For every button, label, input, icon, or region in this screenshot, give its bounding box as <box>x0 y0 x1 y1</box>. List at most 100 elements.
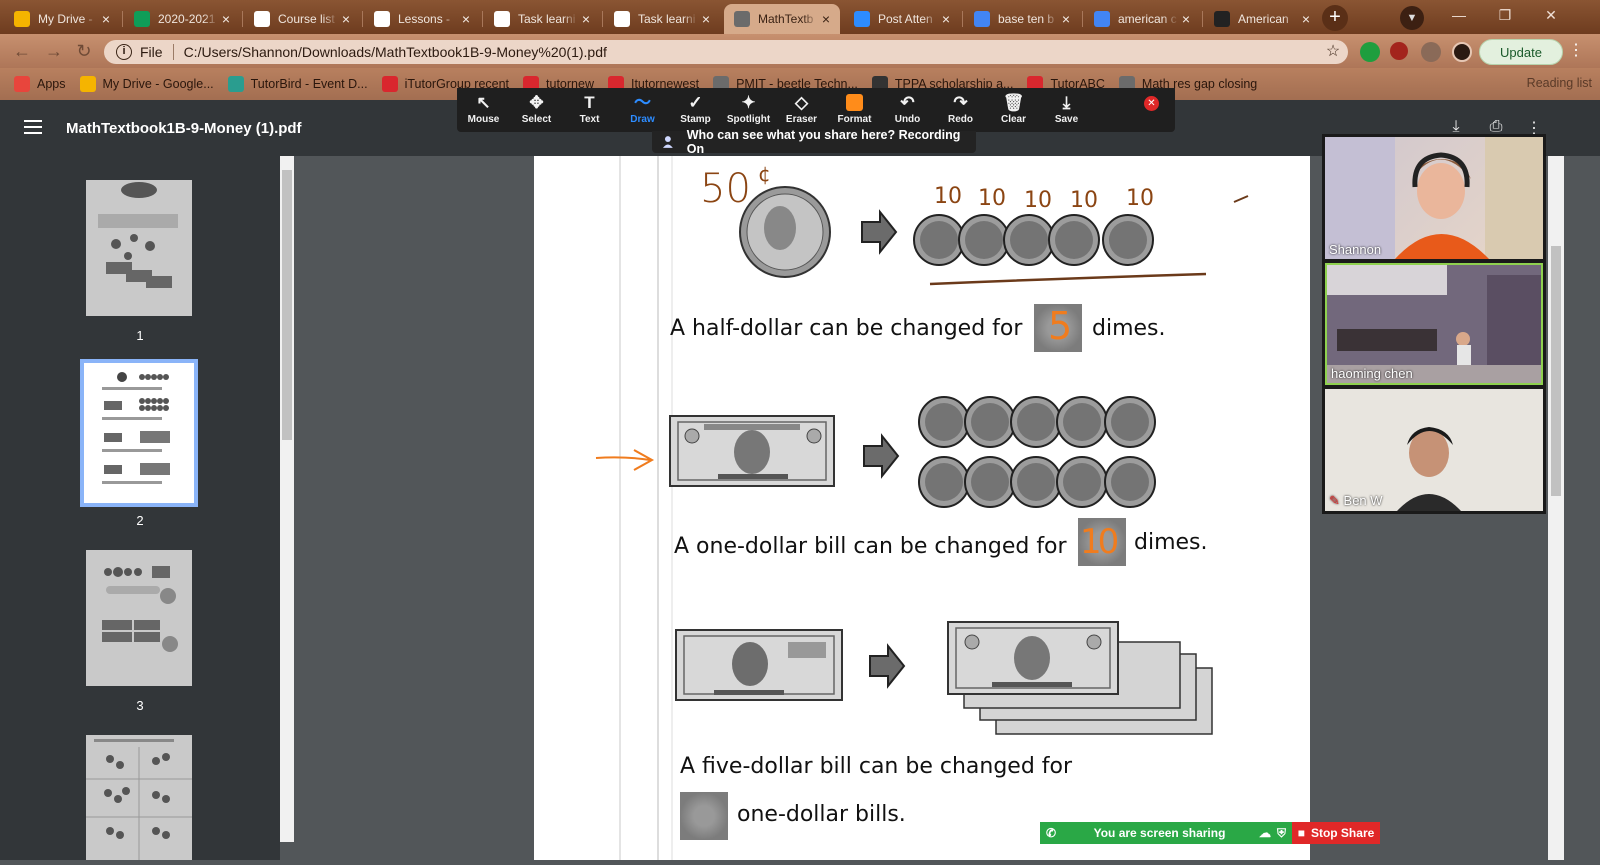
tab-close-icon[interactable]: × <box>1178 11 1194 27</box>
zoom-tool-mouse[interactable]: ↖ Mouse <box>457 88 510 132</box>
zoom-tool-label: Clear <box>1000 114 1026 125</box>
tab-1[interactable]: My Drive - × <box>4 4 120 34</box>
save-icon: ⤓ <box>1062 93 1071 112</box>
puzzle-icon[interactable] <box>1421 42 1441 62</box>
thumbnail-page-2-selected[interactable] <box>80 359 198 507</box>
thumbnail-page-1[interactable] <box>86 180 192 316</box>
menu-icon[interactable] <box>24 120 42 134</box>
google-drive-icon <box>79 76 96 92</box>
share-status-text: You are screen sharing <box>1093 826 1226 840</box>
sentence-one-dollar-end: dimes. <box>1134 530 1208 555</box>
bookmark-2[interactable]: My Drive - Google... <box>79 76 214 92</box>
ublock-icon[interactable] <box>1390 42 1408 60</box>
tab-close-icon[interactable]: × <box>338 11 354 27</box>
tab-close-icon[interactable]: × <box>818 11 834 27</box>
participant-tile-benw[interactable]: ✎ Ben W <box>1325 389 1543 511</box>
tab-9[interactable]: base ten b × <box>964 4 1080 34</box>
sidebar-scrollbar[interactable] <box>280 156 294 842</box>
tab-close-icon[interactable]: × <box>218 11 234 27</box>
extension-icon[interactable] <box>1360 42 1380 62</box>
page-number-1: 1 <box>136 328 144 343</box>
tab-close-icon[interactable]: × <box>578 11 594 27</box>
tab-close-icon[interactable]: × <box>1058 11 1074 27</box>
profile-avatar[interactable] <box>1452 42 1472 62</box>
zoom-tool-stamp[interactable]: ✓ Stamp <box>669 88 722 132</box>
zoom-tool-label: Redo <box>948 114 973 125</box>
tab-title: 2020-2021 <box>158 12 216 26</box>
shield-icon: ⛨ <box>1276 825 1286 840</box>
handwritten-dime-3: 10 <box>1024 188 1052 213</box>
handwritten-dime-1: 10 <box>934 184 962 209</box>
zoom-tool-save[interactable]: ⤓ Save <box>1040 88 1093 132</box>
info-icon[interactable]: i <box>116 44 132 60</box>
close-window-icon[interactable]: ✕ <box>1528 0 1574 30</box>
tab-title: Lessons - <box>398 12 451 26</box>
close-annotation-icon[interactable]: ✕ <box>1144 96 1159 111</box>
zoom-tool-spotlight[interactable]: ✦ Spotlight <box>722 88 775 132</box>
tab-title: My Drive - <box>38 12 93 26</box>
tab-separator <box>602 11 603 27</box>
forward-icon[interactable]: → <box>42 40 66 64</box>
tab-6[interactable]: Task learni × <box>604 4 720 34</box>
tab-close-icon[interactable]: × <box>698 11 714 27</box>
muted-mic-icon: ✎ <box>1329 493 1340 508</box>
itutor-icon <box>381 76 398 92</box>
tab-8[interactable]: Post Atten × <box>844 4 960 34</box>
minimize-icon[interactable]: — <box>1436 0 1482 30</box>
update-button[interactable]: Update <box>1479 39 1563 65</box>
zoom-tool-label: Select <box>521 114 552 125</box>
tab-title: Post Atten <box>878 12 933 26</box>
tab-search-icon[interactable]: ▼ <box>1400 6 1424 30</box>
person-icon <box>662 136 673 148</box>
handwritten-50: 50 <box>700 166 751 212</box>
zoom-tool-eraser[interactable]: ◇ Eraser <box>775 88 828 132</box>
tab-4[interactable]: Lessons - × <box>364 4 480 34</box>
tab-separator <box>482 11 483 27</box>
reload-icon[interactable]: ↻ <box>72 40 96 64</box>
zoom-tool-redo[interactable]: ↷ Redo <box>934 88 987 132</box>
tab-close-icon[interactable]: × <box>458 11 474 27</box>
tab-close-icon[interactable]: × <box>98 11 114 27</box>
participant-panel: Shannon haoming chen ✎ Ben W <box>1322 134 1546 514</box>
zoom-tool-label: Eraser <box>785 114 818 125</box>
address-bar[interactable]: i File C:/Users/Shannon/Downloads/MathTe… <box>104 40 1348 64</box>
reading-list[interactable]: Reading list <box>1527 76 1592 90</box>
tab-3[interactable]: Course list × <box>244 4 360 34</box>
doc-lock-icon <box>494 11 510 27</box>
thumbnail-page-4[interactable] <box>86 735 192 860</box>
bookmark-3[interactable]: TutorBird - Event D... <box>227 76 368 92</box>
thumbnail-page-3[interactable] <box>86 550 192 686</box>
tab-close-icon[interactable]: × <box>1298 11 1314 27</box>
zoom-tool-draw[interactable]: 〜 Draw <box>616 88 669 132</box>
new-tab-button[interactable]: + <box>1322 5 1348 31</box>
tab-7[interactable]: MathTextb × <box>724 4 840 34</box>
tab-11[interactable]: American × <box>1204 4 1320 34</box>
bookmark-star-icon[interactable]: ☆ <box>1318 40 1348 64</box>
zoom-tool-undo[interactable]: ↶ Undo <box>881 88 934 132</box>
zoom-tool-label: Format <box>837 114 872 125</box>
tab-title: Course list <box>278 12 335 26</box>
zoom-tool-clear[interactable]: 🗑 Clear <box>987 88 1040 132</box>
page-scrollbar[interactable] <box>1548 156 1564 860</box>
browser-menu-icon[interactable]: ⋮ <box>1566 40 1586 64</box>
back-icon[interactable]: ← <box>10 40 34 64</box>
pdf-page-2: 50 ¢ 10 10 10 10 10 A half-dollar can be… <box>534 156 1310 860</box>
participant-tile-haoming[interactable]: haoming chen <box>1325 263 1543 385</box>
zoom-tool-format[interactable]: Format <box>828 88 881 132</box>
zoom-tool-text[interactable]: T Text <box>563 88 616 132</box>
zoom-tool-label: Undo <box>894 114 921 125</box>
recording-banner[interactable]: Who can see what you share here? Recordi… <box>652 128 976 156</box>
bookmark-1[interactable]: Apps <box>14 76 66 92</box>
tab-5[interactable]: Task learni × <box>484 4 600 34</box>
restore-icon[interactable]: ❐ <box>1482 0 1528 30</box>
stop-share-button[interactable]: ■ Stop Share <box>1292 822 1380 844</box>
zoom-tool-select[interactable]: ✥ Select <box>510 88 563 132</box>
url-text[interactable]: C:/Users/Shannon/Downloads/MathTextbook1… <box>184 44 607 60</box>
dime-row-half-dollar <box>913 214 1154 266</box>
tab-10[interactable]: american c × <box>1084 4 1200 34</box>
tab-title: american c <box>1118 12 1177 26</box>
participant-tile-shannon[interactable]: Shannon <box>1325 137 1543 259</box>
tab-close-icon[interactable]: × <box>938 11 954 27</box>
tab-2[interactable]: 2020-2021 × <box>124 4 240 34</box>
zoom-tool-label: Draw <box>630 114 655 125</box>
